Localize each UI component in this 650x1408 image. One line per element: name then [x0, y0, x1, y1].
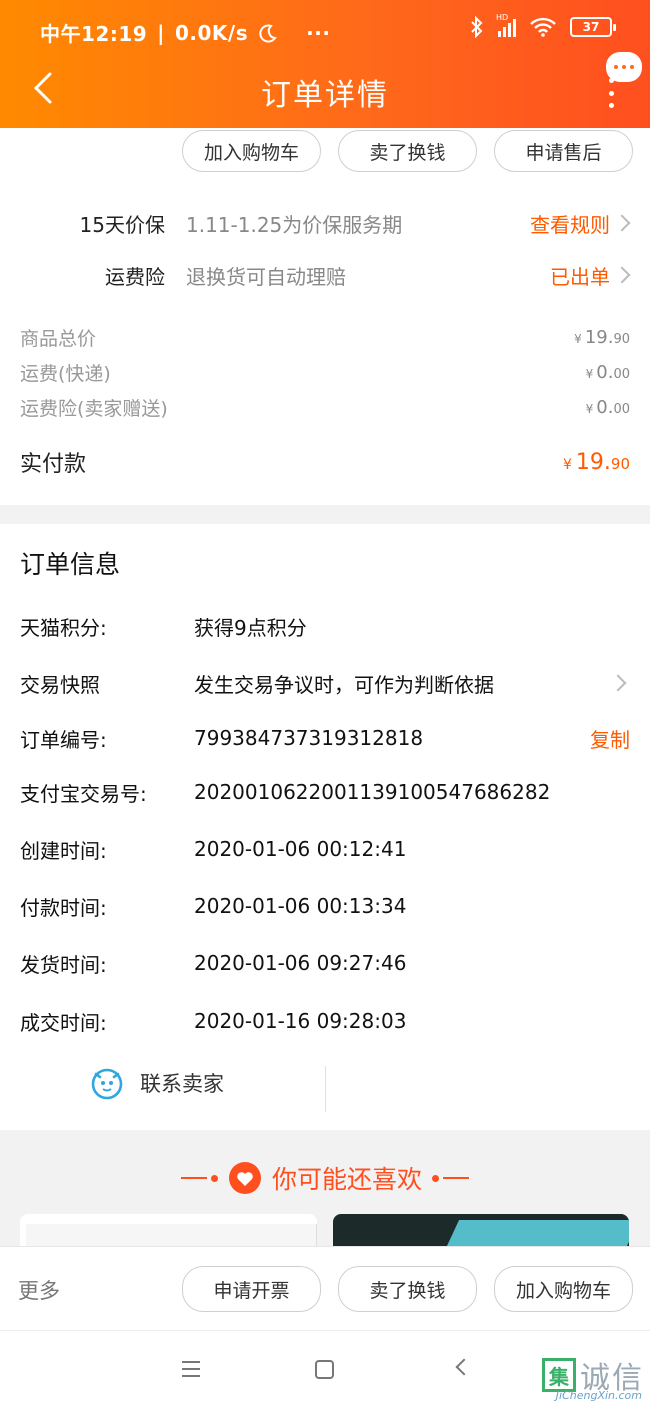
- add-cart-button[interactable]: 加入购物车: [182, 130, 321, 172]
- info-value: 2020-01-06 09:27:46: [194, 951, 407, 975]
- service-value: 1.11-1.25为价保服务期: [186, 212, 403, 237]
- info-row-snapshot[interactable]: 交易快照 发生交易争议时，可作为判断依据: [20, 663, 630, 703]
- info-value: 2020-01-16 09:28:03: [194, 1009, 407, 1033]
- order-info-section: 订单信息 天猫积分: 获得9点积分 交易快照 发生交易争议时，可作为判断依据 订…: [0, 524, 650, 1130]
- seller-face-icon: [91, 1068, 123, 1100]
- sell-button[interactable]: 卖了换钱: [338, 130, 477, 172]
- more-options-icon[interactable]: [608, 78, 614, 108]
- info-row-completed: 成交时间: 2020-01-16 09:28:03: [20, 1001, 630, 1041]
- chevron-right-icon: [613, 214, 631, 232]
- price-amount: ¥19.90: [574, 326, 630, 348]
- price-amount: ¥0.00: [585, 361, 630, 383]
- info-value: 获得9点积分: [194, 615, 307, 640]
- watermark-mark: 集: [542, 1358, 576, 1392]
- overflow-dots: ···: [306, 20, 331, 45]
- decor-line-right: [432, 1174, 469, 1182]
- sell-button-bottom[interactable]: 卖了换钱: [338, 1266, 477, 1312]
- price-row: 运费险(卖家赠送) ¥0.00: [20, 392, 630, 422]
- system-nav-bar: 集 诚信 JiChengXin.com: [0, 1330, 650, 1408]
- total-label: 实付款: [20, 452, 87, 477]
- info-key: 订单编号:: [20, 727, 107, 752]
- status-time: 中午12:19: [40, 22, 148, 46]
- total-amount: ¥19.90: [562, 449, 630, 475]
- price-protection-row[interactable]: 15天价保 1.11-1.25为价保服务期 查看规则: [0, 203, 650, 243]
- recommend-header: 你可能还喜欢: [0, 1160, 650, 1196]
- copy-button[interactable]: 复制: [590, 724, 630, 753]
- moon-icon: [259, 24, 277, 42]
- info-key: 交易快照: [20, 672, 100, 697]
- info-row-alipay: 支付宝交易号: 2020010622001139100547686282: [20, 772, 630, 812]
- divider: [325, 1066, 326, 1112]
- signal-icon: HD: [496, 13, 516, 37]
- info-value: 发生交易争议时，可作为判断依据: [194, 672, 494, 697]
- wifi-icon: [530, 17, 556, 37]
- total-paid-row: 实付款 ¥19.90: [20, 444, 630, 480]
- info-key: 付款时间:: [20, 895, 107, 920]
- info-row-paid: 付款时间: 2020-01-06 00:13:34: [20, 886, 630, 926]
- bluetooth-icon: [471, 16, 483, 38]
- price-label: 运费(快递): [20, 362, 111, 385]
- info-value: 2020010622001139100547686282: [194, 780, 551, 804]
- chevron-right-icon: [613, 266, 631, 284]
- add-cart-button-bottom[interactable]: 加入购物车: [494, 1266, 633, 1312]
- recommend-section: 你可能还喜欢: [0, 1130, 650, 1254]
- info-row-created: 创建时间: 2020-01-06 00:12:41: [20, 829, 630, 869]
- info-value: 2020-01-06 00:12:41: [194, 837, 407, 861]
- insurance-status-link[interactable]: 已出单: [550, 261, 610, 290]
- info-key: 发货时间:: [20, 952, 107, 977]
- price-row: 运费(快递) ¥0.00: [20, 357, 630, 387]
- info-value: 799384737319312818: [194, 726, 424, 750]
- service-value: 退换货可自动理赔: [186, 264, 346, 289]
- app-header: 中午12:19 | 0.0K/s ··· HD 37 订单详情: [0, 0, 650, 128]
- info-value: 2020-01-06 00:13:34: [194, 894, 407, 918]
- watermark-url: JiChengXin.com: [555, 1389, 642, 1402]
- order-summary-section: 加入购物车 卖了换钱 申请售后 15天价保 1.11-1.25为价保服务期 查看…: [0, 128, 650, 505]
- page-title: 订单详情: [261, 78, 389, 113]
- section-title: 订单信息: [20, 550, 121, 579]
- status-bar-left: 中午12:19 | 0.0K/s ···: [40, 18, 330, 47]
- shipping-insurance-row[interactable]: 运费险 退换货可自动理赔 已出单: [0, 255, 650, 295]
- product-image: [446, 1220, 629, 1246]
- service-label: 15天价保: [79, 212, 165, 237]
- contact-seller-button[interactable]: 联系卖家: [90, 1066, 224, 1100]
- info-row-shipped: 发货时间: 2020-01-06 09:27:46: [20, 943, 630, 983]
- info-key: 支付宝交易号:: [20, 781, 147, 806]
- price-label: 商品总价: [20, 327, 97, 350]
- more-button[interactable]: 更多: [18, 1275, 60, 1305]
- info-row-order-number: 订单编号: 799384737319312818 复制: [20, 718, 630, 758]
- info-key: 创建时间:: [20, 838, 107, 863]
- battery-icon: 37: [570, 17, 616, 37]
- bottom-action-bar: 更多 申请开票 卖了换钱 加入购物车: [0, 1246, 650, 1330]
- home-icon[interactable]: [315, 1360, 334, 1379]
- service-label: 运费险: [105, 264, 165, 289]
- price-label: 运费险(卖家赠送): [20, 397, 168, 420]
- view-rules-link[interactable]: 查看规则: [530, 209, 610, 238]
- network-badge: HD: [496, 13, 509, 22]
- invoice-button[interactable]: 申请开票: [182, 1266, 321, 1312]
- after-sale-button[interactable]: 申请售后: [494, 130, 633, 172]
- nav-back-icon[interactable]: [455, 1358, 473, 1376]
- decor-line-left: [180, 1174, 218, 1182]
- info-key: 成交时间:: [20, 1010, 107, 1035]
- info-row-points: 天猫积分: 获得9点积分: [20, 606, 630, 646]
- heart-icon: [228, 1162, 261, 1194]
- status-speed: 0.0K/s: [174, 20, 249, 45]
- status-bar-right: HD 37: [470, 13, 616, 38]
- price-amount: ¥0.00: [585, 396, 630, 418]
- price-row: 商品总价 ¥19.90: [20, 322, 630, 352]
- info-key: 天猫积分:: [20, 615, 107, 640]
- recommend-title: 你可能还喜欢: [271, 1165, 422, 1194]
- contact-seller-label: 联系卖家: [140, 1072, 224, 1096]
- menu-icon[interactable]: [182, 1361, 200, 1377]
